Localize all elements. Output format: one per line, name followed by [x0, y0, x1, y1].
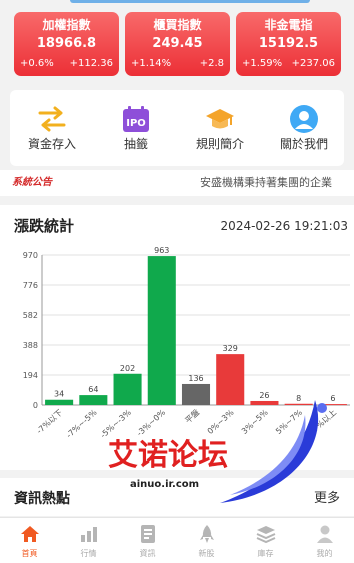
y-tick-label: 970: [23, 251, 38, 260]
x-tick-label: -7%以下: [35, 408, 64, 436]
x-tick-label: 平盤: [183, 407, 202, 425]
tab-profile[interactable]: 我的: [295, 518, 354, 563]
bar-value-label: 963: [154, 246, 169, 255]
menu-item-deposit[interactable]: 資金存入: [10, 90, 94, 166]
tab-label: 首頁: [21, 549, 38, 558]
bar-value-label: 329: [223, 344, 238, 353]
index-name: 加權指數: [42, 18, 91, 32]
y-tick-label: 582: [23, 311, 38, 320]
x-tick-label: 7%以上: [311, 408, 338, 434]
layers-icon: [256, 526, 276, 544]
user-icon: [317, 525, 333, 543]
index-value: 18966.8: [36, 36, 97, 51]
ipo-text: IPO: [126, 118, 146, 129]
tab-home[interactable]: 首頁: [0, 518, 59, 563]
tab-ipo[interactable]: 新股: [177, 518, 236, 563]
graduation-cap-icon: [206, 109, 234, 129]
app-page: 加權指數 18966.8 +0.6% +112.36 櫃買指數 249.45 +1…: [0, 0, 354, 563]
tab-label: 資訊: [139, 549, 156, 558]
transfer-arrows-icon: [38, 106, 66, 132]
x-tick-label: 5%~7%: [274, 408, 304, 436]
bar-value-label: 136: [188, 374, 203, 383]
chart-bar: [79, 395, 108, 405]
news-title: 資訊熱點: [14, 491, 70, 507]
index-cards: 加權指數 18966.8 +0.6% +112.36 櫃買指數 249.45 +1…: [0, 12, 354, 76]
index-diff: +2.8: [199, 58, 224, 69]
rocket-icon: [200, 525, 214, 543]
chart-bar: [250, 400, 279, 405]
tab-label: 庫存: [257, 549, 274, 558]
index-pct: +1.59%: [242, 58, 283, 69]
chart-bar: [147, 256, 176, 405]
menu-item-label: 關於我們: [279, 137, 328, 151]
rise-fall-stats: 漲跌統計 2024-02-26 19:21:03 0 194 388 582 776 97…: [0, 205, 354, 470]
bar-value-label: 8: [296, 394, 301, 403]
index-pct: +0.6%: [20, 58, 54, 69]
quick-menu: 資金存入 IPO 抽籤 規則簡介 關於我們: [10, 90, 344, 166]
index-value: 249.45: [152, 36, 203, 51]
stats-title: 漲跌統計: [14, 217, 75, 235]
rise-fall-chart: 0 194 388 582 776 970 34 -7%以下 64 -7%~-5% 202 -5%~-…: [23, 246, 350, 440]
x-tick-label: 3%~5%: [240, 408, 270, 436]
index-pct: +1.14%: [131, 58, 172, 69]
tab-label: 行情: [80, 549, 97, 558]
index-card-otc[interactable]: 櫃買指數 249.45 +1.14% +2.8: [125, 12, 230, 76]
document-icon: [141, 525, 155, 543]
tab-label: 新股: [198, 549, 215, 558]
home-icon: [21, 526, 39, 542]
ipo-calendar-icon: IPO: [123, 106, 149, 132]
news-more-link[interactable]: 更多: [314, 490, 340, 508]
y-tick-label: 0: [33, 401, 38, 410]
menu-item-label: 規則簡介: [195, 137, 244, 151]
index-value: 15192.5: [258, 36, 319, 51]
stats-timestamp: 2024-02-26 19:21:03: [220, 219, 348, 233]
menu-item-about[interactable]: 關於我們: [262, 90, 346, 166]
x-tick-label: -7%~-5%: [65, 408, 99, 440]
index-diff: +112.36: [69, 58, 113, 69]
menu-item-label: 資金存入: [27, 137, 76, 151]
index-card-nonfin[interactable]: 非金電指 15192.5 +1.59% +237.06: [236, 12, 341, 76]
tab-market[interactable]: 行情: [59, 518, 118, 563]
notice-message: 安盛機構秉持著集團的企業: [200, 176, 332, 189]
notice-tag: 系統公告: [12, 177, 52, 188]
bottom-tabbar: 首頁 行情 資訊 新股 庫存 我的: [0, 517, 354, 563]
menu-item-rules[interactable]: 規則簡介: [178, 90, 262, 166]
y-tick-label: 194: [23, 371, 38, 380]
bar-value-label: 64: [88, 385, 98, 394]
index-name: 非金電指: [264, 18, 313, 32]
header-edge: [70, 0, 310, 3]
x-tick-label: 0%~3%: [206, 408, 236, 436]
tab-news[interactable]: 資訊: [118, 518, 177, 563]
menu-item-lottery[interactable]: IPO 抽籤: [94, 90, 178, 166]
menu-item-label: 抽籤: [123, 137, 148, 151]
tab-holdings[interactable]: 庫存: [236, 518, 295, 563]
bar-chart-icon: [81, 527, 97, 542]
index-diff: +237.06: [291, 58, 335, 69]
chart-bar: [216, 354, 245, 405]
x-tick-label: -3%~0%: [135, 408, 167, 438]
bar-value-label: 34: [54, 390, 64, 399]
news-section: 資訊熱點 更多: [0, 478, 354, 516]
y-tick-label: 388: [23, 341, 38, 350]
notice-bar[interactable]: 系統公告 安盛機構秉持著集團的企業: [0, 170, 354, 196]
bar-value-label: 202: [120, 364, 135, 373]
index-card-taiex[interactable]: 加權指數 18966.8 +0.6% +112.36: [14, 12, 119, 76]
index-name: 櫃買指數: [153, 18, 202, 32]
chart-bar: [45, 399, 74, 405]
bar-value-label: 26: [259, 391, 269, 400]
tab-label: 我的: [316, 549, 333, 558]
user-circle-icon: [290, 105, 318, 133]
x-tick-label: -5%~-3%: [99, 408, 133, 440]
chart-bar: [318, 404, 347, 406]
chart-bar: [113, 373, 142, 405]
y-tick-label: 776: [23, 281, 38, 290]
chart-bar: [181, 383, 211, 405]
bar-value-label: 6: [330, 394, 335, 403]
chart-bar: [284, 403, 313, 405]
